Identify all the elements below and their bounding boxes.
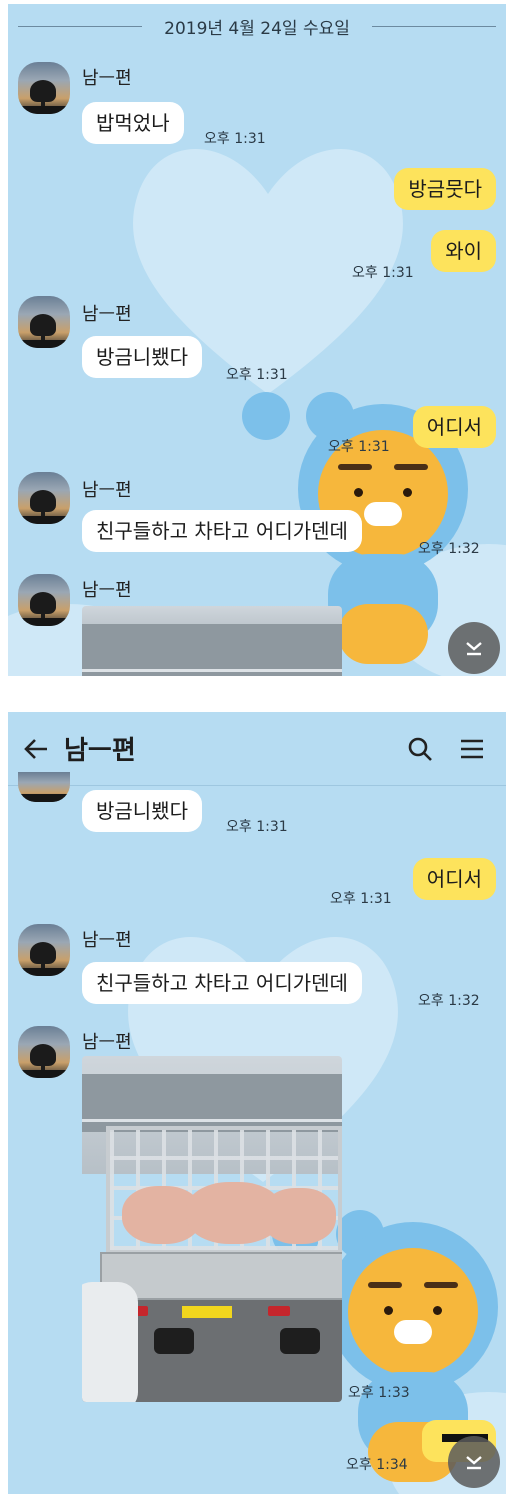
- message-time: 오후 1:34: [346, 1457, 408, 1473]
- sender-name: 남ㅡ편: [82, 580, 132, 601]
- divider-line: [371, 25, 497, 27]
- avatar[interactable]: [18, 574, 70, 626]
- outgoing-message-bubble[interactable]: 와이: [431, 230, 496, 272]
- outgoing-message-bubble[interactable]: 어디서: [412, 406, 496, 448]
- date-label: 2019년 4월 24일 수요일: [164, 18, 350, 39]
- divider-line: [18, 25, 143, 27]
- chat-screen-1: 2019년 4월 24일 수요일 남ㅡ편 밥먹었나 오후 1:31 방금뭇다 와…: [8, 4, 506, 676]
- back-button[interactable]: [8, 738, 64, 760]
- avatar[interactable]: [18, 62, 70, 114]
- photo-message[interactable]: [82, 1056, 342, 1402]
- scroll-down-button[interactable]: [448, 1436, 500, 1488]
- search-icon: [408, 737, 432, 761]
- outgoing-message-bubble[interactable]: 방금뭇다: [394, 168, 496, 210]
- avatar[interactable]: [18, 924, 70, 976]
- truck-bed: [100, 1252, 342, 1300]
- incoming-message-bubble[interactable]: 친구들하고 차타고 어디가덴데: [82, 510, 362, 552]
- message-time: 오후 1:31: [226, 367, 288, 383]
- message-time: 오후 1:31: [204, 131, 266, 147]
- sender-name: 남ㅡ편: [82, 480, 132, 501]
- menu-button[interactable]: [446, 738, 498, 760]
- incoming-message-bubble[interactable]: 밥먹었나: [82, 102, 184, 144]
- chat-header: 남ㅡ편: [8, 712, 506, 786]
- sender-name: 남ㅡ편: [82, 930, 132, 951]
- avatar[interactable]: [18, 772, 70, 802]
- search-button[interactable]: [394, 736, 446, 762]
- scroll-down-button[interactable]: [448, 622, 500, 674]
- message-time: 오후 1:31: [330, 891, 392, 907]
- back-arrow-icon: [24, 738, 47, 759]
- avatar[interactable]: [18, 1026, 70, 1078]
- incoming-message-bubble[interactable]: 방금니뵀다: [82, 336, 202, 378]
- message-time: 오후 1:32: [418, 993, 480, 1009]
- chat-title: 남ㅡ편: [64, 736, 136, 766]
- incoming-message-bubble[interactable]: 방금니뵀다: [82, 790, 202, 832]
- incoming-message-bubble[interactable]: 친구들하고 차타고 어디가덴데: [82, 962, 362, 1004]
- message-time: 오후 1:32: [418, 541, 480, 557]
- avatar[interactable]: [18, 472, 70, 524]
- scroll-down-icon: [466, 1456, 482, 1470]
- license-plate: [182, 1306, 232, 1318]
- avatar[interactable]: [18, 296, 70, 348]
- chat-screen-2: 남ㅡ편 방금니뵀다 오후 1:31 어디서 오후 1:31 남ㅡ편 친구들하고 …: [8, 712, 506, 1494]
- message-time: 오후 1:31: [226, 819, 288, 835]
- sender-name: 남ㅡ편: [82, 304, 132, 325]
- message-time: 오후 1:31: [352, 265, 414, 281]
- sender-name: 남ㅡ편: [82, 68, 132, 89]
- car: [82, 1282, 138, 1402]
- date-divider: 2019년 4월 24일 수요일: [8, 12, 506, 40]
- sender-name: 남ㅡ편: [82, 1032, 132, 1053]
- message-time: 오후 1:33: [348, 1385, 410, 1401]
- message-time: 오후 1:31: [328, 439, 390, 455]
- outgoing-message-bubble[interactable]: 어디서: [412, 858, 496, 900]
- scroll-down-icon: [466, 642, 482, 656]
- hamburger-menu-icon: [461, 739, 483, 758]
- pig: [262, 1188, 336, 1244]
- photo-message[interactable]: [82, 606, 342, 676]
